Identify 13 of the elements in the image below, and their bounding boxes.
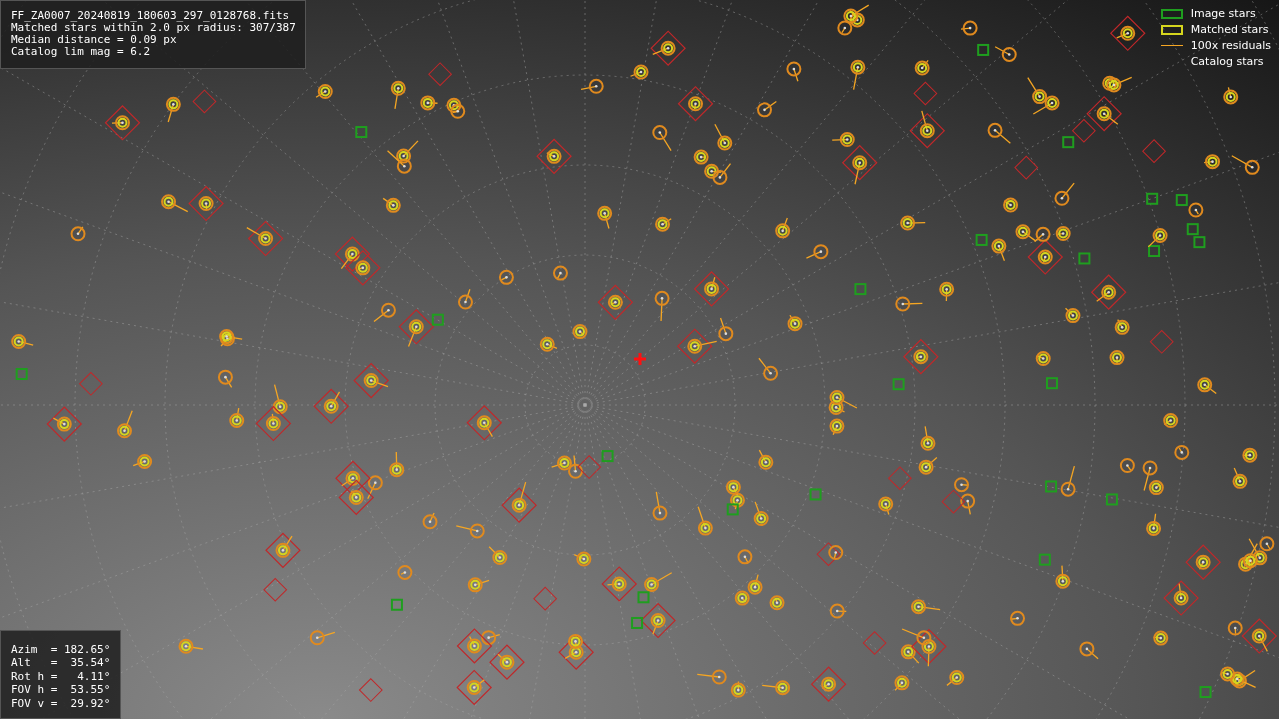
pointing-text: Azim = 182.65°	[11, 642, 111, 656]
legend-label: 100x residuals	[1190, 39, 1271, 52]
legend-label: Matched stars	[1190, 23, 1269, 36]
info-text: Matched stars within 2.0 px radius: 307/387	[11, 22, 296, 34]
pointing-text: FOV v = 29.92°	[11, 696, 111, 710]
pointing-text: Rot h = 4.11°	[11, 669, 111, 683]
info-text: Median distance = 0.09 px	[11, 34, 178, 46]
info-text: Catalog lim mag = 6.2	[11, 46, 152, 58]
legend-label: Image stars	[1190, 7, 1256, 20]
legend-label: Catalog stars	[1190, 55, 1264, 68]
info-text: FF_ZA0007_20240819_180603_297_0128768.fits	[11, 10, 291, 22]
pointing-text: FOV h = 53.55°	[11, 683, 111, 697]
pointing-text: Alt = 35.54°	[11, 656, 111, 670]
